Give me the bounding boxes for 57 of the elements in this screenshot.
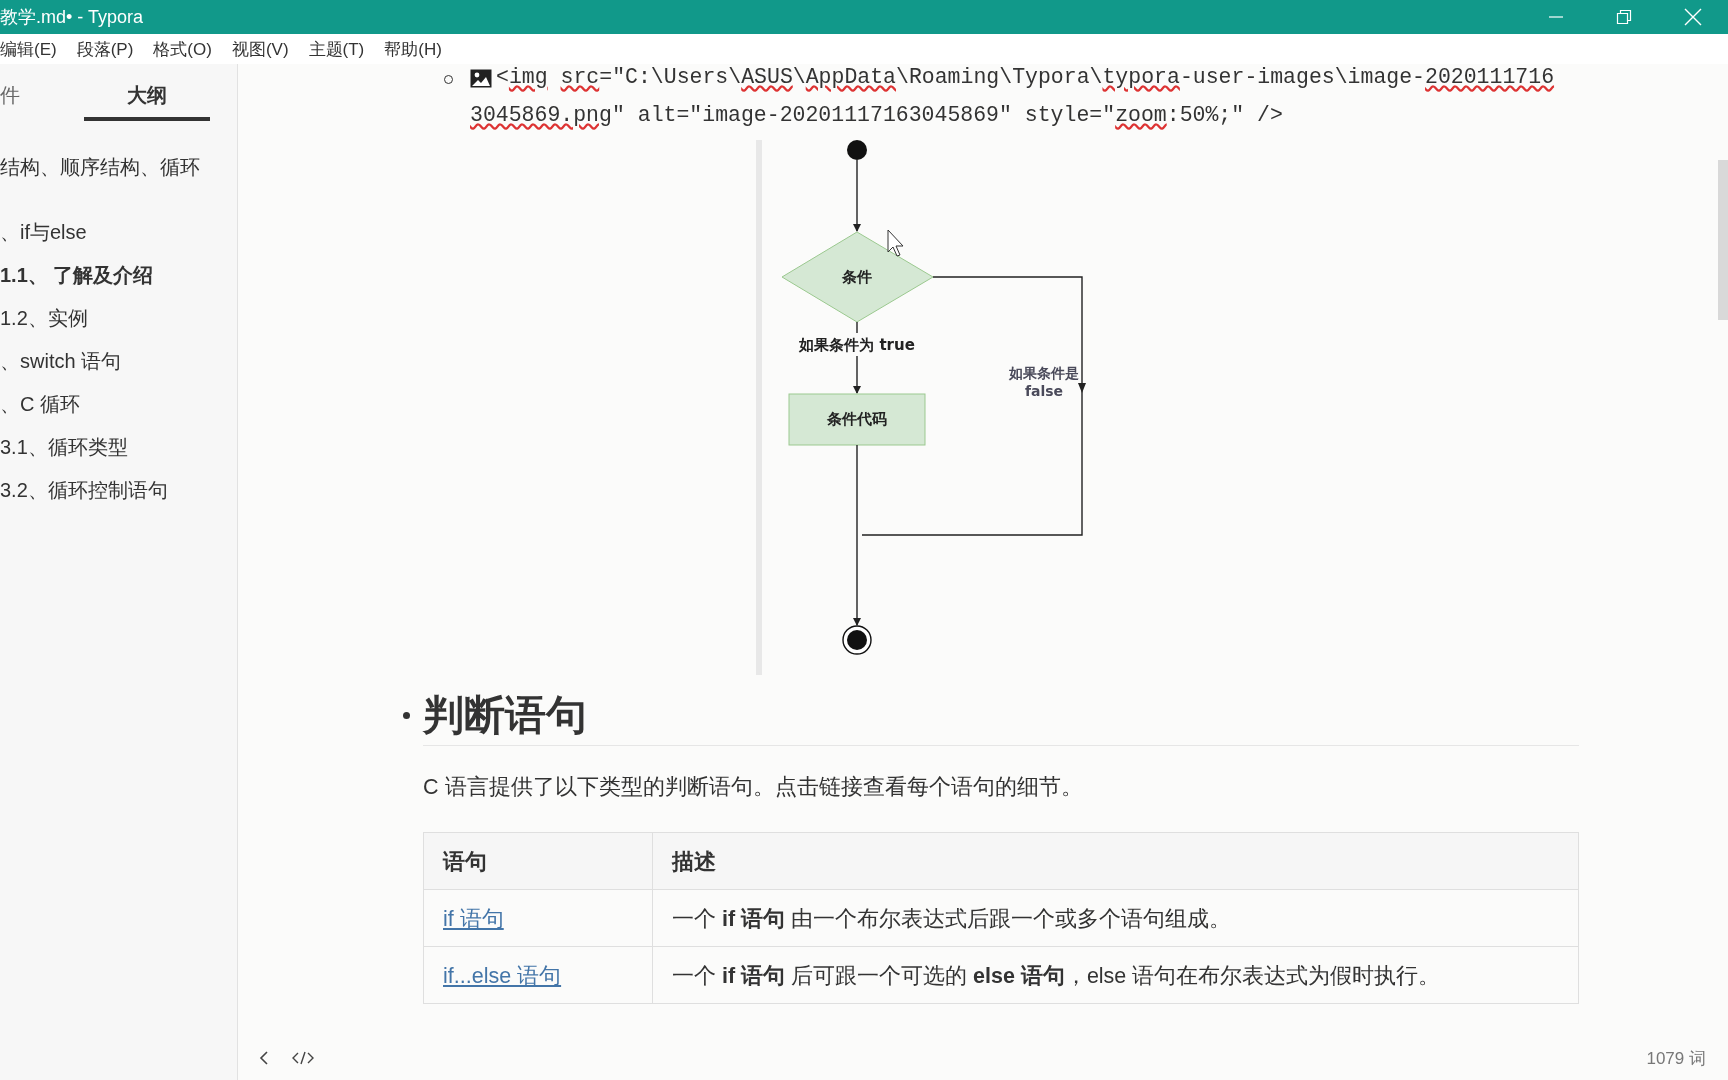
outline-item[interactable]: 结构、顺序结构、循环 <box>0 146 237 189</box>
code-text: " alt="image-20201117163045869" style=" <box>611 102 1116 129</box>
process-label: 条件代码 <box>827 410 887 428</box>
code-text: AppData <box>805 64 896 91</box>
code-text: \Roaming\Typora\ <box>896 64 1103 91</box>
outline-item[interactable]: 1.2、实例 <box>0 297 237 340</box>
table-cell: 一个 if 语句 后可跟一个可选的 else 语句，else 语句在布尔表达式为假时执行。 <box>652 946 1579 1004</box>
start-node <box>847 140 867 160</box>
paragraph: C 语言提供了以下类型的判断语句。点击链接查看每个语句的细节。 <box>423 774 1084 801</box>
code-text: 2020111716 <box>1425 64 1555 91</box>
word-count: 1079 词 <box>1646 1047 1706 1070</box>
code-text: img <box>508 64 548 91</box>
menu-item[interactable]: 段落(P) <box>76 37 134 61</box>
menu-item[interactable]: 主题(T) <box>308 37 365 61</box>
statement-link[interactable]: if 语句 <box>443 906 504 931</box>
connector-line <box>856 321 858 334</box>
outline-item[interactable]: 3.1、循环类型 <box>0 426 237 469</box>
scrollbar-thumb[interactable] <box>1718 160 1728 320</box>
chevron-left-icon[interactable] <box>258 1050 270 1066</box>
code-text: 3045869.png <box>470 102 612 129</box>
cursor-icon <box>887 229 904 257</box>
image-icon <box>470 69 492 88</box>
outline-item[interactable]: 、C 循环 <box>0 383 237 426</box>
code-text: zoom <box>1115 102 1167 129</box>
code-text: ="C:\Users\ <box>599 64 742 91</box>
close-icon[interactable] <box>1684 8 1702 26</box>
arrowhead-icon <box>1078 383 1086 393</box>
false-branch-label: 如果条件是 false <box>1009 365 1079 399</box>
outline-item[interactable]: 3.2、循环控制语句 <box>0 469 237 512</box>
restore-icon[interactable] <box>1616 9 1632 25</box>
code-text: \ <box>792 64 806 91</box>
column-header: 语句 <box>423 832 653 890</box>
table-cell: 一个 if 语句 由一个布尔表达式后跟一个或多个语句组成。 <box>652 889 1579 947</box>
outline-item[interactable]: 、switch 语句 <box>0 340 237 383</box>
code-text: src <box>560 64 600 91</box>
code-text: :50%;" /> <box>1166 102 1283 129</box>
decision-label: 条件 <box>842 268 872 286</box>
code-text: -user-images\image- <box>1179 64 1425 91</box>
code-text: typora <box>1102 64 1180 91</box>
menu-item[interactable]: 帮助(H) <box>384 37 442 61</box>
sidebar-tab[interactable]: 件 <box>0 82 84 117</box>
menu-item[interactable]: 格式(O) <box>153 37 212 61</box>
code-text: < <box>496 64 509 91</box>
connector-arrow <box>853 355 861 394</box>
outline-item[interactable]: 1.1、 了解及介绍 <box>0 254 237 297</box>
true-branch-label: 如果条件为 true <box>799 336 915 355</box>
list-bullet-icon <box>403 711 410 719</box>
sidebar-tab[interactable]: 大纲 <box>84 82 210 121</box>
window-title: 教学.md• - Typora <box>0 6 143 29</box>
end-node <box>842 625 872 655</box>
source-code-icon[interactable] <box>292 1050 314 1066</box>
code-text: ASUS <box>741 64 793 91</box>
menu-item[interactable]: 视图(V) <box>231 37 289 61</box>
column-header: 描述 <box>652 832 1579 890</box>
section-heading: 判断语句 <box>423 691 587 740</box>
outline-item[interactable]: 、if与else <box>0 211 237 254</box>
menu-item[interactable]: 编辑(E) <box>0 37 57 61</box>
